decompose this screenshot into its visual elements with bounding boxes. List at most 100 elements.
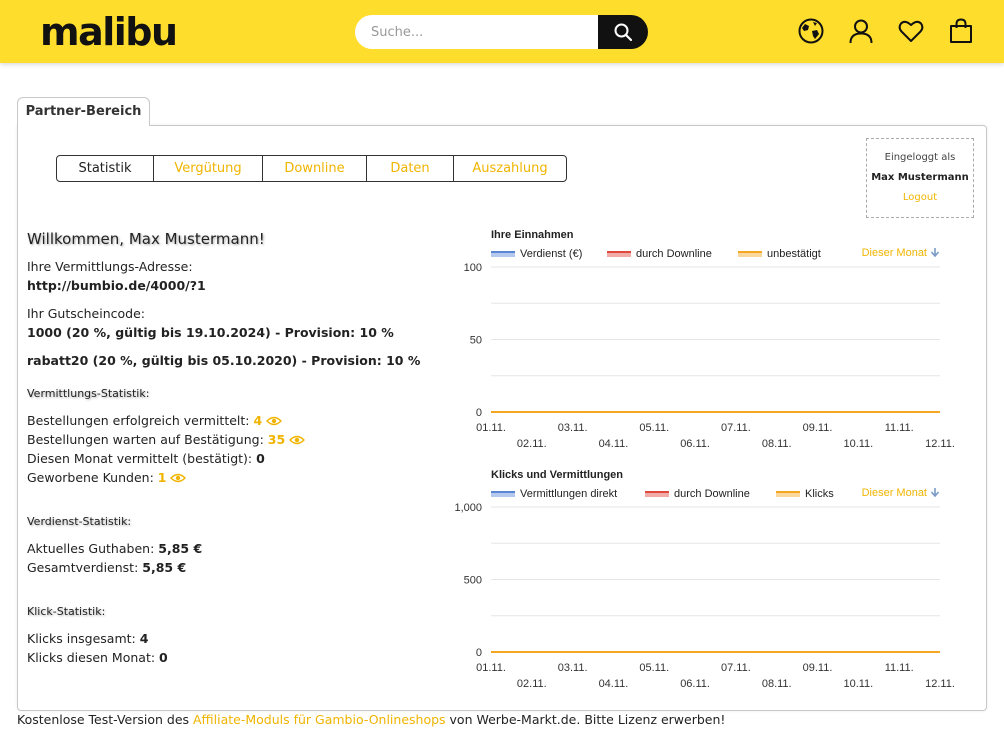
x-tick-label: 04.11. <box>599 678 629 690</box>
eye-icon[interactable] <box>266 413 283 428</box>
legend-label: Vermittlungen direkt <box>520 488 617 500</box>
welcome-heading: Willkommen, Max Mustermann! <box>27 230 265 248</box>
legend-label: durch Downline <box>636 248 712 260</box>
partner-subtabs: Statistik Vergütung Downline Daten Auszahlun… <box>56 155 567 182</box>
login-prefix: Eingeloggt als <box>884 152 956 163</box>
y-tick-label: 0 <box>476 407 482 419</box>
period-label: Dieser Monat <box>862 247 927 259</box>
x-tick-label: 06.11. <box>680 678 710 690</box>
stat-row: Bestellungen erfolgreich vermittelt: 4 <box>27 411 447 430</box>
login-info-box: Eingeloggt als Max Mustermann Logout <box>866 138 974 218</box>
x-tick-label: 07.11. <box>721 662 751 674</box>
search-button[interactable] <box>598 15 648 49</box>
x-tick-label: 08.11. <box>762 438 792 450</box>
subtab-verg-tung[interactable]: Vergütung <box>153 156 262 181</box>
stat-row: Bestellungen warten auf Bestätigung: 35 <box>27 430 447 449</box>
x-tick-label: 10.11. <box>843 438 873 450</box>
x-tick-label: 11.11. <box>885 422 914 434</box>
tab-partner-bereich[interactable]: Partner-Bereich <box>17 97 150 126</box>
x-tick-label: 08.11. <box>762 678 792 690</box>
logout-link[interactable]: Logout <box>867 188 973 208</box>
stat-value: 4 <box>253 413 263 428</box>
x-tick-label: 01.11. <box>476 662 506 674</box>
stat-row: Klicks diesen Monat: 0 <box>27 650 168 665</box>
stat-row: Aktuelles Guthaben: 5,85 € <box>27 541 203 556</box>
affiliate-module-link[interactable]: Affiliate-Moduls für Gambio-Onlineshops <box>193 712 446 727</box>
x-tick-label: 03.11. <box>558 662 588 674</box>
eye-icon[interactable] <box>289 432 306 447</box>
x-tick-label: 05.11. <box>639 422 669 434</box>
x-tick-label: 10.11. <box>843 678 873 690</box>
x-tick-label: 12.11. <box>925 438 955 450</box>
y-tick-label: 0 <box>476 647 482 659</box>
wishlist-button[interactable] <box>896 16 926 46</box>
legend-item[interactable]: unbestätigt <box>738 248 821 260</box>
statistics-summary: Willkommen, Max Mustermann! Ihre Vermitt… <box>27 228 447 667</box>
site-logo[interactable]: malibu <box>40 10 178 54</box>
y-tick-label: 50 <box>470 335 482 347</box>
license-notice: Kostenlose Test-Version des Affiliate-Mo… <box>17 712 726 727</box>
coupon-label: Ihr Gutscheincode: <box>27 306 145 321</box>
stat-value: 5,85 € <box>142 560 187 575</box>
stat-value: 5,85 € <box>158 541 203 556</box>
stat-value: 1 <box>157 470 167 485</box>
account-button[interactable] <box>846 16 876 46</box>
x-tick-label: 06.11. <box>680 438 710 450</box>
legend-item[interactable]: durch Downline <box>607 248 712 260</box>
coupon-item: rabatt20 (20 %, gültig bis 05.10.2020) -… <box>27 353 421 368</box>
period-dropdown[interactable]: Dieser Monat <box>862 487 940 499</box>
subtab-auszahlung[interactable]: Auszahlung <box>453 156 566 181</box>
x-tick-label: 09.11. <box>803 422 833 434</box>
x-tick-label: 01.11. <box>476 422 506 434</box>
search-input[interactable] <box>355 15 600 49</box>
coupon-item: 1000 (20 %, gültig bis 19.10.2024) - Pro… <box>27 325 394 340</box>
klick-heading: Klick-Statistik: <box>27 605 106 618</box>
language-button[interactable] <box>796 16 826 46</box>
legend-label: durch Downline <box>674 488 750 500</box>
address-value: http://bumbio.de/4000/?1 <box>27 278 206 293</box>
clicks-chart: Klicks und Vermittlungen Vermittlungen di… <box>454 469 954 690</box>
legend-label: unbestätigt <box>767 248 821 260</box>
legend-item[interactable]: Vermittlungen direkt <box>491 488 617 500</box>
subtab-statistik[interactable]: Statistik <box>57 156 153 181</box>
chart-title: Ihre Einnahmen <box>491 229 574 241</box>
stat-row: Geworbene Kunden: 1 <box>27 468 447 487</box>
stat-value: 35 <box>267 432 286 447</box>
stat-row: Gesamtverdienst: 5,85 € <box>27 560 187 575</box>
stat-value: 4 <box>139 631 149 646</box>
legend-label: Verdienst (€) <box>520 248 582 260</box>
period-label: Dieser Monat <box>862 487 927 499</box>
legend-item[interactable]: Klicks <box>776 488 834 500</box>
heart-icon <box>898 20 924 42</box>
x-tick-label: 03.11. <box>558 422 588 434</box>
legend-item[interactable]: durch Downline <box>645 488 750 500</box>
arrow-down-icon <box>930 488 940 498</box>
y-tick-label: 100 <box>464 262 482 274</box>
cart-button[interactable] <box>946 16 976 46</box>
subtab-daten[interactable]: Daten <box>366 156 453 181</box>
x-tick-label: 05.11. <box>639 662 669 674</box>
login-user-name: Max Mustermann <box>871 172 969 183</box>
address-label: Ihre Vermittlungs-Adresse: <box>27 259 193 274</box>
stat-row: Diesen Monat vermittelt (bestätigt): 0 <box>27 451 265 466</box>
legend-label: Klicks <box>805 488 834 500</box>
site-header: malibu <box>0 0 1004 63</box>
stat-value: 0 <box>159 650 168 665</box>
verdienst-heading: Verdienst-Statistik: <box>27 515 132 528</box>
stat-value: 0 <box>256 451 265 466</box>
eye-icon[interactable] <box>170 470 187 485</box>
search-icon <box>614 23 633 42</box>
search-bar <box>355 15 648 49</box>
legend-item[interactable]: Verdienst (€) <box>491 248 582 260</box>
x-tick-label: 07.11. <box>721 422 751 434</box>
earnings-chart: Ihre Einnahmen Verdienst (€) durch Downlin… <box>464 229 955 450</box>
period-dropdown[interactable]: Dieser Monat <box>862 247 940 259</box>
subtab-downline[interactable]: Downline <box>262 156 366 181</box>
arrow-down-icon <box>930 248 940 258</box>
y-tick-label: 500 <box>464 575 482 587</box>
chart-title: Klicks und Vermittlungen <box>491 469 623 481</box>
x-tick-label: 09.11. <box>803 662 833 674</box>
x-tick-label: 02.11. <box>517 678 547 690</box>
stat-row: Klicks insgesamt: 4 <box>27 631 149 646</box>
user-icon <box>849 19 873 44</box>
